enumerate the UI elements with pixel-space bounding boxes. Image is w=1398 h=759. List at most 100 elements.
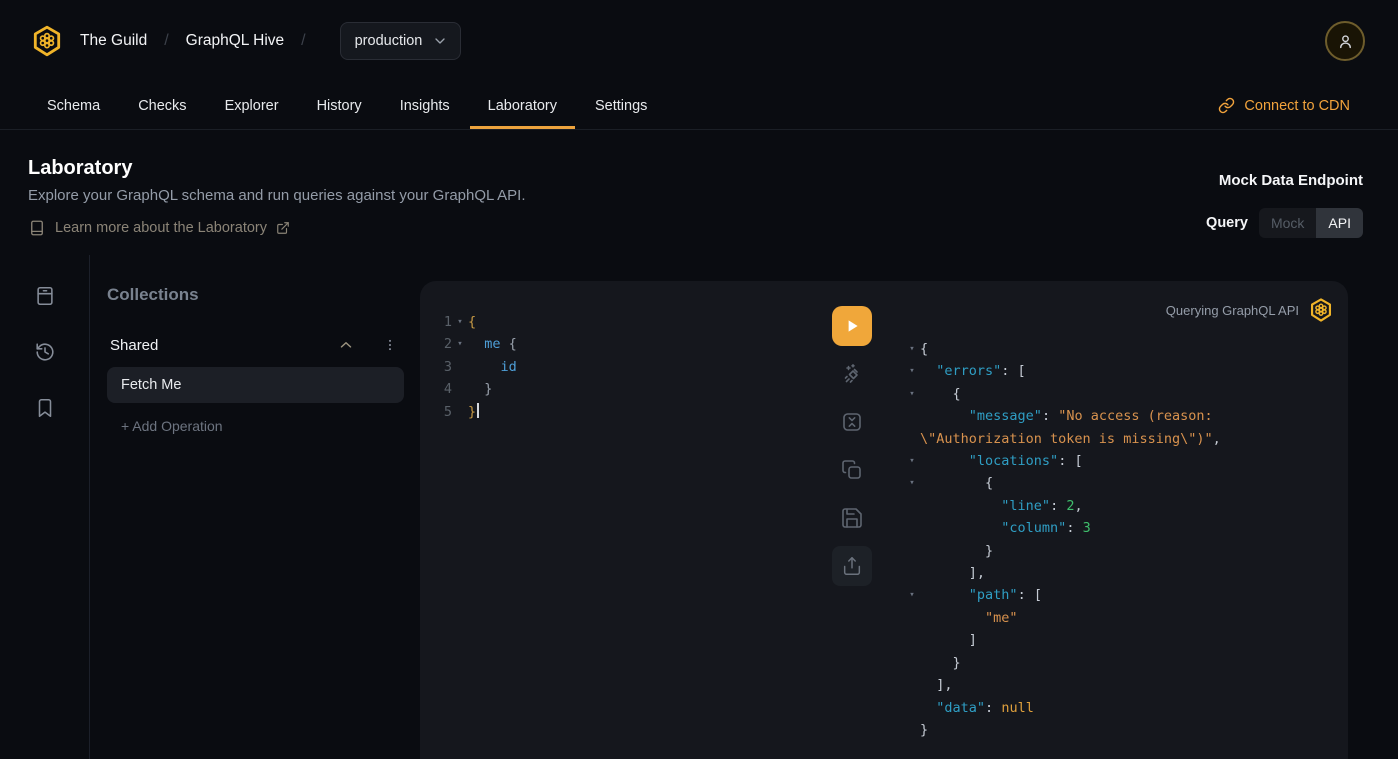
collections-pane: Collections Shared Fetch Me + Add Operat…: [90, 255, 420, 759]
toggle-option-mock[interactable]: Mock: [1259, 208, 1316, 238]
hive-logo-small-icon: [1308, 297, 1334, 323]
code-line: ],: [904, 562, 1334, 584]
app-header: The Guild / GraphQL Hive / production: [0, 0, 1398, 82]
line-number: 1: [420, 311, 452, 333]
fold-arrow-icon[interactable]: ▾: [452, 333, 468, 355]
endpoint-query-label: Query: [1206, 215, 1248, 231]
response-status-label: Querying GraphQL API: [1166, 303, 1299, 318]
tab-schema[interactable]: Schema: [45, 84, 102, 128]
fold-arrow-icon[interactable]: ▾: [904, 360, 920, 382]
code-text: "message": "No access (reason:: [920, 405, 1213, 427]
page-head: Laboratory Explore your GraphQL schema a…: [0, 130, 1398, 255]
code-text: "line": 2,: [920, 495, 1083, 517]
tab-settings[interactable]: Settings: [593, 84, 649, 128]
query-editor[interactable]: 1▾{2▾ me {3 id4 }5}: [420, 281, 810, 759]
bookmark-icon[interactable]: [34, 397, 56, 419]
code-text: {: [920, 383, 961, 405]
prettify-button[interactable]: [832, 354, 872, 394]
code-line: "column": 3: [904, 517, 1334, 539]
code-line: ▾ {: [904, 383, 1334, 405]
tab-history[interactable]: History: [315, 84, 364, 128]
code-line: 3 id: [420, 356, 810, 378]
code-line: "message": "No access (reason:: [904, 405, 1334, 427]
target-selector-value: production: [355, 33, 423, 49]
project-name[interactable]: GraphQL Hive: [186, 32, 285, 50]
fold-arrow-icon[interactable]: ▾: [904, 383, 920, 405]
fold-spacer: [904, 607, 920, 629]
share-icon: [841, 555, 863, 577]
code-line: ▾ {: [904, 472, 1334, 494]
code-text: \"Authorization token is missing\")",: [920, 428, 1221, 450]
code-text: }: [468, 401, 479, 423]
fold-spacer: [904, 540, 920, 562]
fold-arrow-icon[interactable]: ▾: [904, 338, 920, 360]
org-name[interactable]: The Guild: [80, 32, 147, 50]
fold-spacer: [904, 697, 920, 719]
code-text: }: [920, 652, 961, 674]
code-line: ▾ "locations": [: [904, 450, 1334, 472]
fold-arrow-icon[interactable]: ▾: [452, 311, 468, 333]
fold-arrow-icon[interactable]: ▾: [904, 472, 920, 494]
more-menu-icon[interactable]: [383, 337, 397, 353]
tab-checks[interactable]: Checks: [136, 84, 188, 128]
save-operation-button[interactable]: [832, 498, 872, 538]
code-text: "path": [: [920, 584, 1042, 606]
tab-laboratory[interactable]: Laboratory: [486, 84, 559, 128]
collections-title: Collections: [107, 285, 404, 305]
target-nav-tabs: Schema Checks Explorer History Insights Labor…: [0, 82, 1398, 130]
user-avatar[interactable]: [1325, 21, 1365, 61]
target-selector-button[interactable]: production: [340, 22, 462, 60]
code-text: "column": 3: [920, 517, 1091, 539]
code-line: ],: [904, 674, 1334, 696]
code-text: }: [920, 719, 928, 741]
tab-insights[interactable]: Insights: [398, 84, 452, 128]
tab-explorer[interactable]: Explorer: [223, 84, 281, 128]
connect-to-cdn-button[interactable]: Connect to CDN: [1218, 97, 1350, 114]
fold-arrow-icon[interactable]: ▾: [904, 584, 920, 606]
code-text: {: [468, 311, 476, 333]
share-operation-button[interactable]: [832, 546, 872, 586]
collections-icon[interactable]: [34, 285, 56, 307]
fold-spacer: [452, 378, 468, 400]
code-text: me {: [468, 333, 517, 355]
line-number: 4: [420, 378, 452, 400]
prettify-icon: [840, 362, 864, 386]
code-text: {: [920, 472, 993, 494]
collection-group-shared[interactable]: Shared: [107, 336, 404, 354]
connect-to-cdn-label: Connect to CDN: [1244, 98, 1350, 114]
code-line: ▾ "errors": [: [904, 360, 1334, 382]
code-text: ]: [920, 629, 977, 651]
copy-query-button[interactable]: [832, 450, 872, 490]
endpoint-title: Mock Data Endpoint: [1206, 172, 1363, 189]
learn-more-label: Learn more about the Laboratory: [55, 220, 267, 236]
execute-query-button[interactable]: [832, 306, 872, 346]
line-number: 2: [420, 333, 452, 355]
line-number: 3: [420, 356, 452, 378]
fold-spacer: [904, 405, 920, 427]
fold-arrow-icon[interactable]: ▾: [904, 450, 920, 472]
fold-spacer: [904, 495, 920, 517]
laboratory-main: Collections Shared Fetch Me + Add Operat…: [0, 255, 1398, 759]
person-icon: [1336, 32, 1355, 51]
operation-item-fetch-me[interactable]: Fetch Me: [107, 367, 404, 403]
history-icon[interactable]: [34, 341, 56, 363]
external-link-icon: [276, 221, 290, 235]
code-text: "me": [920, 607, 1018, 629]
code-line: 5}: [420, 401, 810, 423]
play-icon: [843, 317, 861, 335]
book-icon: [28, 219, 46, 237]
toggle-option-api[interactable]: API: [1316, 208, 1363, 238]
response-viewer[interactable]: ▾{▾ "errors": [▾ { "message": "No access…: [904, 338, 1334, 741]
code-text: }: [468, 378, 492, 400]
copy-icon: [840, 458, 864, 482]
code-text: ],: [920, 562, 985, 584]
fold-spacer: [452, 401, 468, 423]
learn-more-link[interactable]: Learn more about the Laboratory: [28, 219, 1363, 237]
chevron-up-icon[interactable]: [337, 336, 355, 354]
code-line: }: [904, 540, 1334, 562]
merge-fragments-button[interactable]: [832, 402, 872, 442]
response-pane: Querying GraphQL API ▾{▾ "errors": [▾ { …: [894, 281, 1348, 759]
hive-logo-icon[interactable]: [30, 24, 64, 58]
add-operation-button[interactable]: + Add Operation: [121, 418, 404, 434]
sidebar-icon-rail: [0, 255, 90, 759]
